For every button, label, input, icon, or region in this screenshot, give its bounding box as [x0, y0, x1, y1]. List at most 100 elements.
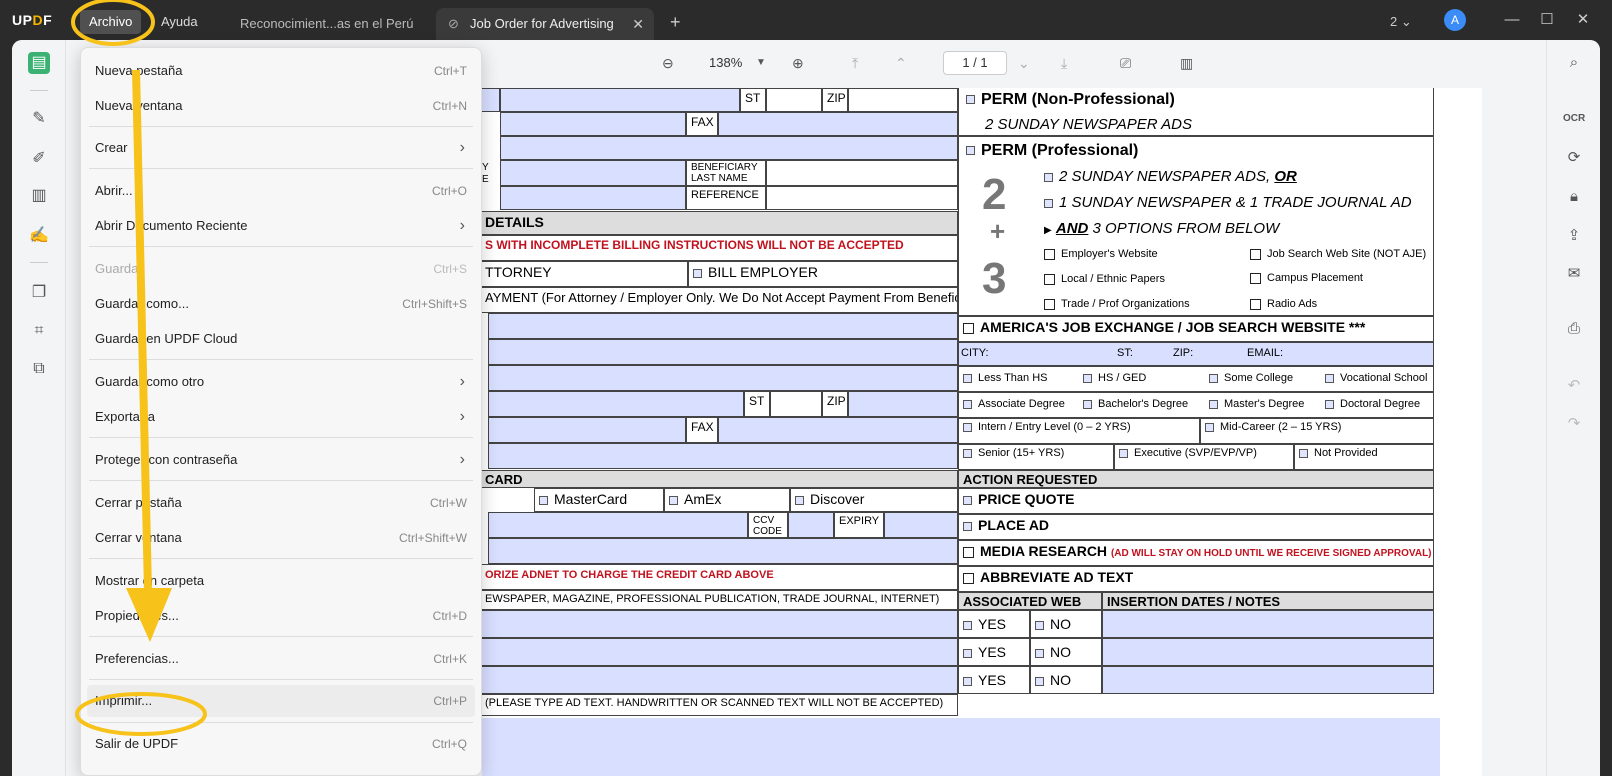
checkbox[interactable] — [966, 95, 975, 105]
edit-pdf-icon[interactable]: ✐ — [28, 148, 50, 170]
insertion-field[interactable] — [1102, 666, 1434, 694]
ocr-icon[interactable]: OCR — [1563, 108, 1585, 130]
menu-item-crear[interactable]: Crear › — [87, 132, 475, 164]
checkbox[interactable] — [1119, 448, 1128, 458]
search-icon[interactable]: ⌕ — [1563, 52, 1585, 74]
menu-item-propiedades[interactable]: Propiedades... Ctrl+D — [87, 600, 475, 632]
crop-icon[interactable]: ⌗ — [28, 320, 50, 342]
zoom-dropdown-icon[interactable]: ▼ — [756, 52, 766, 74]
form-field[interactable] — [766, 160, 958, 186]
menu-item-nueva-ventana[interactable]: Nueva ventana Ctrl+N — [87, 90, 475, 122]
page-number-input[interactable]: 1 / 1 — [943, 51, 1007, 75]
place-ad-option[interactable]: PLACE AD — [958, 514, 1434, 540]
menu-ayuda[interactable]: Ayuda — [152, 10, 207, 34]
menu-item-proteger[interactable]: Proteger con contraseña › — [87, 444, 475, 476]
form-icon[interactable]: ▥ — [28, 185, 50, 207]
redo-icon[interactable]: ↷ — [1563, 413, 1585, 435]
form-field[interactable] — [500, 136, 958, 160]
menu-item-abrir-reciente[interactable]: Abrir Documento Reciente › — [87, 210, 475, 242]
first-page-icon[interactable]: ⤒ — [852, 52, 858, 74]
form-field[interactable] — [488, 339, 958, 365]
menu-item-preferencias[interactable]: Preferencias... Ctrl+K — [87, 643, 475, 675]
comment-icon[interactable]: ✎ — [28, 108, 50, 130]
checkbox[interactable] — [963, 422, 972, 432]
form-field[interactable] — [488, 313, 958, 339]
checkbox[interactable] — [539, 495, 548, 505]
checkbox[interactable] — [693, 268, 702, 278]
yes-option[interactable]: YES — [958, 666, 1030, 694]
form-field[interactable] — [488, 365, 958, 391]
form-field[interactable] — [482, 88, 500, 112]
doctoral-option[interactable]: Doctoral Degree — [1325, 398, 1420, 410]
master-option[interactable]: Master's Degree — [1209, 398, 1304, 410]
form-field[interactable] — [488, 391, 744, 417]
tab-reconocimiento[interactable]: Reconocimient...as en el Perú — [228, 8, 424, 44]
form-field[interactable] — [766, 186, 958, 210]
campus-option[interactable]: Campus Placement — [1250, 272, 1363, 284]
checkbox[interactable] — [1083, 399, 1092, 409]
form-field[interactable] — [500, 112, 686, 136]
perm-nonprofessional-option[interactable]: PERM (Non-Professional) — [966, 91, 1175, 109]
hs-ged-option[interactable]: HS / GED — [1083, 372, 1146, 384]
form-field[interactable] — [788, 512, 834, 538]
yes-option[interactable]: YES — [958, 610, 1030, 638]
checkbox[interactable] — [1325, 399, 1334, 409]
bill-employer-option[interactable]: BILL EMPLOYER — [688, 261, 958, 287]
menu-item-guardar[interactable]: Guardar Ctrl+S — [87, 253, 475, 285]
menu-item-cerrar-ventana[interactable]: Cerrar ventana Ctrl+Shift+W — [87, 522, 475, 554]
save-icon[interactable]: ⎙ — [1563, 318, 1585, 340]
aje-option[interactable]: AMERICA'S JOB EXCHANGE / JOB SEARCH WEBS… — [958, 316, 1434, 342]
form-field[interactable] — [488, 443, 958, 469]
trade-prof-option[interactable]: Trade / Prof Organizations — [1044, 298, 1190, 310]
menu-item-guardar-cloud[interactable]: Guardar en UPDF Cloud — [87, 323, 475, 355]
media-research-option[interactable]: MEDIA RESEARCH (AD WILL STAY ON HOLD UNT… — [958, 540, 1434, 566]
menu-item-guardar-como-otro[interactable]: Guardar como otro › — [87, 366, 475, 398]
vocational-option[interactable]: Vocational School — [1325, 372, 1427, 384]
aje-contact-row[interactable]: CITY: ST: ZIP: EMAIL: — [958, 342, 1434, 366]
minimize-button[interactable]: — — [1497, 8, 1527, 32]
bachelor-option[interactable]: Bachelor's Degree — [1083, 398, 1188, 410]
menu-item-guardar-como[interactable]: Guardar como... Ctrl+Shift+S — [87, 288, 475, 320]
form-field[interactable] — [488, 417, 686, 443]
menu-item-salir[interactable]: Salir de UPDF Ctrl+Q — [87, 728, 475, 760]
form-field[interactable] — [718, 112, 958, 136]
form-field[interactable] — [848, 88, 958, 112]
checkbox[interactable] — [963, 448, 972, 458]
checkbox[interactable] — [963, 322, 974, 334]
menu-item-nueva-pestana[interactable]: Nueva pestaña Ctrl+T — [87, 55, 475, 87]
no-option[interactable]: NO — [1030, 610, 1102, 638]
checkbox[interactable] — [1250, 248, 1261, 260]
zoom-in-icon[interactable]: ⊕ — [792, 52, 804, 74]
form-field[interactable] — [848, 391, 958, 417]
form-field[interactable] — [488, 512, 748, 538]
checkbox[interactable] — [963, 572, 974, 584]
convert-icon[interactable]: ⟳ — [1563, 147, 1585, 169]
form-field[interactable] — [766, 88, 822, 112]
checkbox[interactable] — [1209, 399, 1218, 409]
less-hs-option[interactable]: Less Than HS — [963, 372, 1048, 384]
checkbox[interactable] — [1044, 273, 1055, 285]
window-count[interactable]: 2 ⌄ — [1390, 10, 1412, 34]
form-field[interactable] — [482, 666, 958, 694]
close-tab-icon[interactable]: ✕ — [632, 8, 644, 40]
zoom-out-icon[interactable]: ⊖ — [662, 52, 674, 74]
menu-item-cerrar-pestana[interactable]: Cerrar pestaña Ctrl+W — [87, 487, 475, 519]
menu-archivo[interactable]: Archivo — [80, 10, 142, 34]
form-field[interactable] — [884, 512, 958, 538]
abbreviate-option[interactable]: ABBREVIATE AD TEXT — [958, 566, 1434, 592]
fill-sign-icon[interactable]: ✍ — [28, 225, 50, 247]
checkbox[interactable] — [1044, 248, 1055, 260]
checkbox[interactable] — [963, 495, 972, 505]
zoom-level[interactable]: 138% — [709, 52, 742, 74]
checkbox[interactable] — [1250, 272, 1261, 284]
amex-option[interactable]: AmEx — [664, 488, 790, 512]
midcareer-option[interactable]: Mid-Career (2 – 15 YRS) — [1200, 418, 1434, 444]
checkbox[interactable] — [1083, 373, 1092, 383]
menu-item-exportar[interactable]: Exportar a › — [87, 401, 475, 433]
checkbox[interactable] — [963, 648, 972, 658]
insertion-field[interactable] — [1102, 610, 1434, 638]
radio-ads-option[interactable]: Radio Ads — [1250, 298, 1317, 310]
checkbox[interactable] — [1205, 422, 1214, 432]
checkbox[interactable] — [669, 495, 678, 505]
no-option[interactable]: NO — [1030, 638, 1102, 666]
